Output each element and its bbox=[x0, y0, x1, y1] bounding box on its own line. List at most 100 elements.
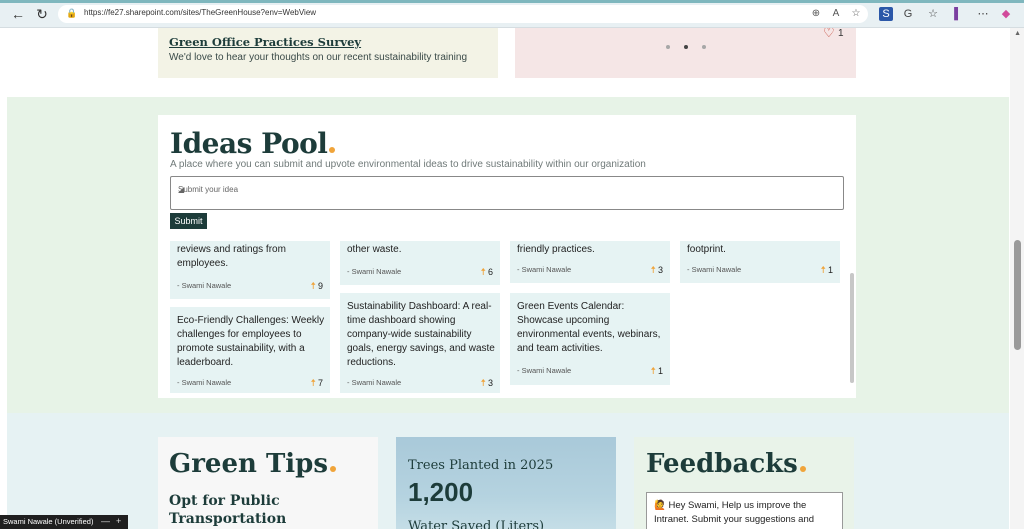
user-status-text: Swami Nawale (Unverified) bbox=[3, 517, 94, 526]
idea-card: footprint. - Swami Nawale 🠅 1 bbox=[680, 241, 840, 283]
upvote-button[interactable]: 🠅 3 bbox=[481, 376, 494, 393]
upvote-arrow-icon: 🠅 bbox=[310, 378, 316, 389]
upvote-button[interactable]: 🠅 7 bbox=[311, 376, 324, 393]
resize-grip-icon[interactable]: ◢ bbox=[178, 185, 842, 208]
ideas-pool-title: Ideas Pool bbox=[170, 127, 336, 160]
idea-input[interactable]: Submit your idea ◢ bbox=[170, 176, 844, 210]
idea-card: other waste. - Swami Nawale 🠅 6 bbox=[340, 241, 500, 285]
stats-label: Trees Planted in 2025 bbox=[408, 458, 554, 473]
ideas-pool-title-text: Ideas Pool bbox=[170, 127, 328, 160]
ideas-scrollbar[interactable] bbox=[850, 273, 854, 383]
vote-count: 3 bbox=[657, 265, 663, 275]
scroll-up-icon[interactable]: ▲ bbox=[1014, 30, 1021, 37]
carousel-dot-2[interactable] bbox=[684, 45, 688, 49]
green-tips-title-text: Green Tips bbox=[169, 449, 328, 479]
read-aloud-icon[interactable]: A bbox=[830, 8, 842, 20]
upvote-button[interactable]: 🠅 6 bbox=[481, 265, 494, 282]
survey-title-link[interactable]: Green Office Practices Survey bbox=[169, 35, 361, 49]
idea-list: reviews and ratings from employees. - Sw… bbox=[170, 241, 846, 398]
upvote-arrow-icon: 🠅 bbox=[820, 265, 826, 276]
page-scroll-thumb[interactable] bbox=[1014, 240, 1021, 350]
idea-author: - Swami Nawale bbox=[687, 265, 742, 274]
carousel-dot-1[interactable] bbox=[666, 45, 670, 49]
more-menu-icon[interactable]: ⋯ bbox=[976, 7, 990, 21]
favorite-star-icon[interactable]: ☆ bbox=[850, 8, 862, 20]
refresh-icon[interactable]: ↻ bbox=[34, 6, 50, 22]
upvote-button[interactable]: 🠅 9 bbox=[311, 279, 324, 296]
green-tips-title: Green Tips bbox=[169, 449, 336, 479]
feedback-message: 🙋 Hey Swami, Help us improve the Intrane… bbox=[654, 500, 815, 525]
carousel-card: ♡ 1 bbox=[515, 28, 856, 78]
lock-icon: 🔒 bbox=[66, 8, 78, 18]
stats-card: Trees Planted in 2025 1,200 Water Saved … bbox=[396, 437, 616, 529]
window-accent bbox=[0, 0, 1024, 3]
copilot-icon[interactable]: ◆ bbox=[999, 7, 1013, 21]
vote-count: 1 bbox=[657, 366, 663, 376]
idea-text: footprint. bbox=[687, 244, 726, 255]
feedbacks-card: Feedbacks 🙋 Hey Swami, Help us improve t… bbox=[634, 437, 854, 529]
accent-dot bbox=[799, 466, 806, 472]
survey-description: We'd love to hear your thoughts on our r… bbox=[169, 52, 468, 63]
heart-icon[interactable]: ♡ bbox=[823, 28, 835, 41]
browser-toolbar: ← ↻ 🔒 https://fe27.sharepoint.com/sites/… bbox=[0, 0, 1024, 28]
idea-author: - Swami Nawale bbox=[517, 265, 572, 274]
idea-card: Sustainability Dashboard: A real-time da… bbox=[340, 293, 500, 393]
accent-dot bbox=[329, 466, 336, 472]
idea-card: reviews and ratings from employees. - Sw… bbox=[170, 241, 330, 299]
copilot-extension-icon[interactable]: ▌ bbox=[951, 7, 965, 21]
idea-card: Eco-Friendly Challenges: Weekly challeng… bbox=[170, 307, 330, 393]
green-tips-card: Green Tips Opt for Public Transportation bbox=[158, 437, 378, 529]
submit-idea-button[interactable]: Submit bbox=[170, 213, 207, 229]
ideas-pool-card: Ideas Pool A place where you can submit … bbox=[158, 115, 856, 398]
upvote-button[interactable]: 🠅 1 bbox=[651, 364, 664, 381]
stats-value: 1,200 bbox=[408, 477, 474, 507]
user-status-bar: Swami Nawale (Unverified) — + bbox=[0, 515, 128, 529]
vote-count: 7 bbox=[317, 378, 323, 388]
idea-text: friendly practices. bbox=[517, 244, 595, 255]
idea-text: reviews and ratings from employees. bbox=[177, 244, 286, 269]
minimize-icon[interactable]: — bbox=[101, 516, 110, 526]
add-icon[interactable]: + bbox=[116, 516, 121, 526]
url-text: https://fe27.sharepoint.com/sites/TheGre… bbox=[84, 8, 317, 17]
idea-author: - Swami Nawale bbox=[177, 281, 232, 290]
upvote-button[interactable]: 🠅 3 bbox=[651, 263, 664, 280]
page-scrollbar[interactable]: ▲ bbox=[1010, 28, 1024, 529]
ideas-pool-subtitle: A place where you can submit and upvote … bbox=[170, 159, 646, 170]
feedbacks-title-text: Feedbacks bbox=[646, 449, 798, 479]
feedback-message-box[interactable]: 🙋 Hey Swami, Help us improve the Intrane… bbox=[646, 492, 843, 529]
idea-author: - Swami Nawale bbox=[517, 366, 572, 375]
idea-text: Sustainability Dashboard: A real-time da… bbox=[347, 301, 495, 368]
address-bar[interactable]: 🔒 https://fe27.sharepoint.com/sites/TheG… bbox=[58, 5, 868, 23]
upvote-arrow-icon: 🠅 bbox=[310, 281, 316, 292]
upvote-arrow-icon: 🠅 bbox=[480, 378, 486, 389]
idea-card: Green Events Calendar: Showcase upcoming… bbox=[510, 293, 670, 385]
idea-author: - Swami Nawale bbox=[177, 378, 232, 387]
back-arrow-icon[interactable]: ← bbox=[10, 6, 26, 22]
zoom-icon[interactable]: ⊕ bbox=[810, 8, 822, 20]
idea-author: - Swami Nawale bbox=[347, 267, 402, 276]
vote-count: 9 bbox=[317, 281, 323, 291]
idea-text: other waste. bbox=[347, 244, 402, 255]
sharepoint-page: Green Office Practices Survey We'd love … bbox=[0, 28, 1024, 529]
ideas-section: Ideas Pool A place where you can submit … bbox=[7, 97, 1009, 413]
upvote-button[interactable]: 🠅 1 bbox=[821, 263, 834, 280]
stats-label-2: Water Saved (Liters) bbox=[408, 519, 545, 529]
extension-s-icon[interactable]: S bbox=[879, 7, 893, 21]
upvote-arrow-icon: 🠅 bbox=[650, 265, 656, 276]
upvote-arrow-icon: 🠅 bbox=[650, 366, 656, 377]
carousel-dot-3[interactable] bbox=[702, 45, 706, 49]
accent-dot bbox=[329, 147, 336, 153]
green-tip-item: Opt for Public Transportation bbox=[169, 493, 287, 527]
vote-count: 1 bbox=[827, 265, 833, 275]
idea-text: Green Events Calendar: Showcase upcoming… bbox=[517, 301, 661, 354]
extension-g-icon[interactable]: G bbox=[901, 7, 915, 21]
favorites-icon[interactable]: ☆ bbox=[926, 7, 940, 21]
idea-text: Eco-Friendly Challenges: Weekly challeng… bbox=[177, 315, 325, 368]
feedbacks-title: Feedbacks bbox=[646, 449, 806, 479]
lower-section: Green Tips Opt for Public Transportation… bbox=[7, 413, 1009, 529]
idea-card: friendly practices. - Swami Nawale 🠅 3 bbox=[510, 241, 670, 283]
vote-count: 6 bbox=[487, 267, 493, 277]
survey-card: Green Office Practices Survey We'd love … bbox=[158, 28, 498, 78]
upvote-arrow-icon: 🠅 bbox=[480, 267, 486, 278]
idea-author: - Swami Nawale bbox=[347, 378, 402, 387]
